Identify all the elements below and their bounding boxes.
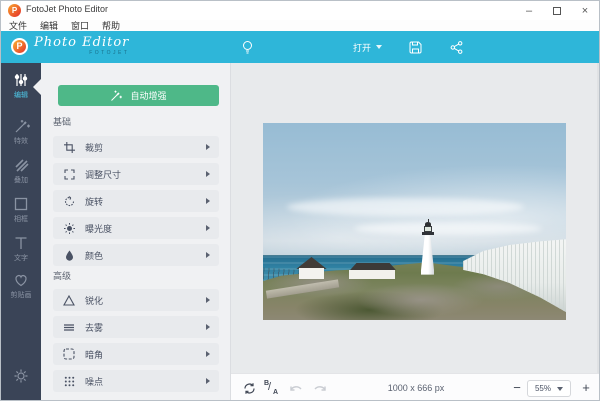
idea-bulb-icon[interactable] [239, 39, 255, 55]
maximize-icon [553, 7, 561, 15]
auto-enhance-button[interactable]: 自动增强 [58, 85, 219, 106]
save-icon[interactable] [407, 39, 423, 55]
enhance-wand-icon [110, 90, 122, 102]
photo-lighthouse-coast [263, 123, 566, 320]
sidebar-item-edit[interactable]: 编辑 [1, 73, 41, 100]
tool-label: 裁剪 [85, 141, 206, 154]
rotate-icon [63, 195, 75, 207]
tools-panel: 自动增强 基础 裁剪 调整尺寸 [41, 63, 231, 401]
tool-vignette-button[interactable]: 暗角 [53, 343, 219, 365]
chevron-right-icon [206, 351, 210, 357]
sidebar-label-clipart: 剪贴画 [1, 290, 41, 300]
close-button[interactable]: × [571, 1, 599, 20]
frame-icon [1, 197, 41, 212]
section-advanced: 高级 [53, 269, 71, 282]
tool-label: 暗角 [85, 348, 206, 361]
minimize-button[interactable]: – [515, 1, 543, 20]
overlay-stripes-icon [1, 158, 41, 173]
open-label: 打开 [353, 41, 371, 54]
photo-house-middle [348, 263, 396, 279]
photo-cloud [354, 222, 542, 236]
photo-house-left [296, 257, 326, 279]
window-controls: – × [515, 1, 599, 20]
chevron-down-icon [557, 387, 563, 391]
share-icon[interactable] [448, 39, 464, 55]
app-window: P FotoJet Photo Editor – × 文件 编辑 窗口 帮助 P… [0, 0, 600, 401]
chevron-right-icon [206, 225, 210, 231]
sidebar-label-text: 文字 [1, 253, 41, 263]
sidebar-label-effects: 特效 [1, 136, 41, 146]
chevron-right-icon [206, 171, 210, 177]
section-basic: 基础 [53, 115, 71, 128]
zoom-level-dropdown[interactable]: 55% [527, 380, 571, 397]
color-droplet-icon [63, 249, 75, 261]
settings-gear-icon[interactable] [1, 368, 41, 384]
zoom-out-button[interactable]: − [510, 380, 524, 395]
zoom-level-value: 55% [535, 384, 551, 393]
sun-exposure-icon [63, 222, 75, 234]
photo-lighthouse-gallery [422, 232, 434, 235]
brand-subtitle: FOTOJET [34, 50, 129, 56]
tool-label: 调整尺寸 [85, 168, 206, 181]
title-bar: P FotoJet Photo Editor – × [1, 1, 599, 20]
sidebar-label-edit: 编辑 [1, 90, 41, 100]
sidebar-item-effects[interactable]: 特效 [1, 119, 41, 146]
resize-icon [63, 168, 75, 180]
sidebar-item-overlay[interactable]: 叠加 [1, 158, 41, 185]
sidebar-label-frame: 相框 [1, 214, 41, 224]
window-title: FotoJet Photo Editor [26, 4, 108, 14]
sidebar-label-overlay: 叠加 [1, 175, 41, 185]
chevron-down-icon [376, 45, 382, 49]
chevron-right-icon [206, 378, 210, 384]
photo-lighthouse-lantern [424, 226, 432, 232]
brand-logo: P Photo Editor FOTOJET [11, 36, 129, 56]
chevron-right-icon [206, 198, 210, 204]
dehaze-lines-icon [63, 321, 75, 333]
chevron-right-icon [206, 144, 210, 150]
tool-color-button[interactable]: 颜色 [53, 244, 219, 266]
photo-lighthouse-mast [428, 219, 429, 223]
tool-label: 去雾 [85, 321, 206, 334]
tool-label: 曝光度 [85, 222, 206, 235]
tool-crop-button[interactable]: 裁剪 [53, 136, 219, 158]
zoom-in-button[interactable]: + [579, 380, 593, 395]
tool-exposure-button[interactable]: 曝光度 [53, 217, 219, 239]
brand-circle-icon: P [11, 38, 28, 55]
crop-icon [63, 141, 75, 153]
heart-icon [1, 273, 41, 288]
app-header: P Photo Editor FOTOJET 打开 [1, 31, 599, 63]
canvas-area [231, 63, 600, 373]
sidebar-item-frame[interactable]: 相框 [1, 197, 41, 224]
sidebar: 编辑 特效 叠加 [1, 63, 41, 401]
tool-label: 锐化 [85, 294, 206, 307]
auto-enhance-label: 自动增强 [130, 89, 166, 102]
chevron-right-icon [206, 324, 210, 330]
brand-name: Photo Editor [34, 36, 129, 49]
vignette-frame-icon [63, 348, 75, 360]
tool-sharpen-button[interactable]: 锐化 [53, 289, 219, 311]
tool-noise-button[interactable]: 噪点 [53, 370, 219, 392]
open-button[interactable]: 打开 [353, 39, 382, 55]
chevron-right-icon [206, 297, 210, 303]
tool-resize-button[interactable]: 调整尺寸 [53, 163, 219, 185]
noise-dots-icon [63, 375, 75, 387]
menu-bar: 文件 编辑 窗口 帮助 [1, 20, 599, 31]
app-logo-icon: P [8, 4, 21, 17]
tool-label: 噪点 [85, 375, 206, 388]
photo-cloud [287, 198, 523, 216]
text-icon [1, 236, 41, 251]
sharpen-triangle-icon [63, 294, 75, 306]
chevron-right-icon [206, 252, 210, 258]
sidebar-item-text[interactable]: 文字 [1, 236, 41, 263]
tool-label: 旋转 [85, 195, 206, 208]
sliders-icon [1, 73, 41, 88]
magic-wand-icon [1, 119, 41, 134]
tool-label: 颜色 [85, 249, 206, 262]
status-bar: B/A 1000 x 666 px − 55% + [231, 373, 600, 401]
maximize-button[interactable] [543, 1, 571, 20]
sidebar-item-clipart[interactable]: 剪贴画 [1, 273, 41, 300]
tool-rotate-button[interactable]: 旋转 [53, 190, 219, 212]
tool-dehaze-button[interactable]: 去雾 [53, 316, 219, 338]
photo-lighthouse-cap [425, 222, 431, 226]
